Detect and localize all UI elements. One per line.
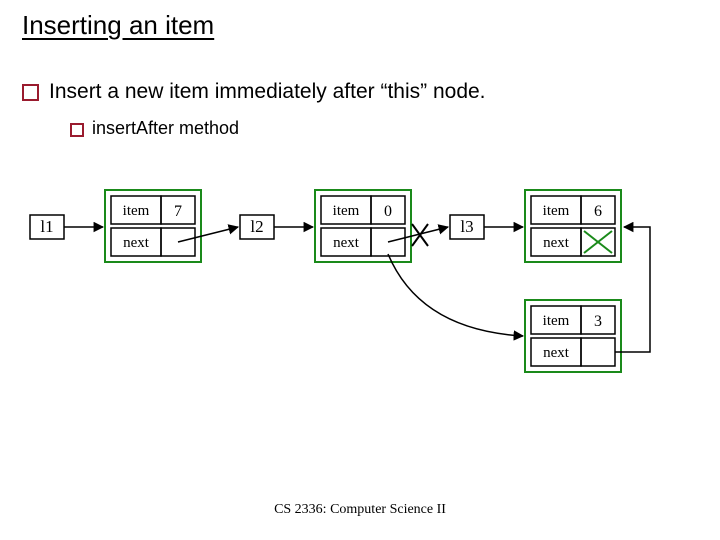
svg-text:l2: l2 — [250, 217, 263, 236]
svg-text:next: next — [543, 345, 570, 361]
svg-text:item: item — [333, 203, 360, 219]
svg-text:l3: l3 — [460, 217, 473, 236]
svg-text:7: 7 — [174, 203, 182, 220]
svg-text:3: 3 — [594, 313, 602, 330]
svg-text:next: next — [543, 235, 570, 251]
node-l1: item 7 next — [105, 190, 201, 262]
null-x-icon — [584, 231, 612, 253]
svg-text:l1: l1 — [40, 217, 53, 236]
label-l3: l3 — [450, 215, 484, 239]
svg-text:next: next — [123, 235, 150, 251]
svg-text:item: item — [543, 203, 570, 219]
linked-list-diagram: l1 item 7 next l2 item 0 next l3 — [0, 0, 720, 540]
svg-text:item: item — [123, 203, 150, 219]
label-l2: l2 — [240, 215, 274, 239]
slide-footer: CS 2336: Computer Science II — [0, 502, 720, 518]
arrow-node2-new-next — [388, 254, 523, 336]
svg-text:next: next — [333, 235, 360, 251]
node-l2: item 0 next — [315, 190, 411, 262]
label-l1: l1 — [30, 215, 64, 239]
svg-text:item: item — [543, 313, 570, 329]
arrow-node1-next — [178, 227, 238, 242]
svg-text:0: 0 — [384, 203, 392, 220]
node-new: item 3 next — [525, 300, 621, 372]
svg-text:6: 6 — [594, 203, 602, 220]
node-l3: item 6 next — [525, 190, 621, 262]
